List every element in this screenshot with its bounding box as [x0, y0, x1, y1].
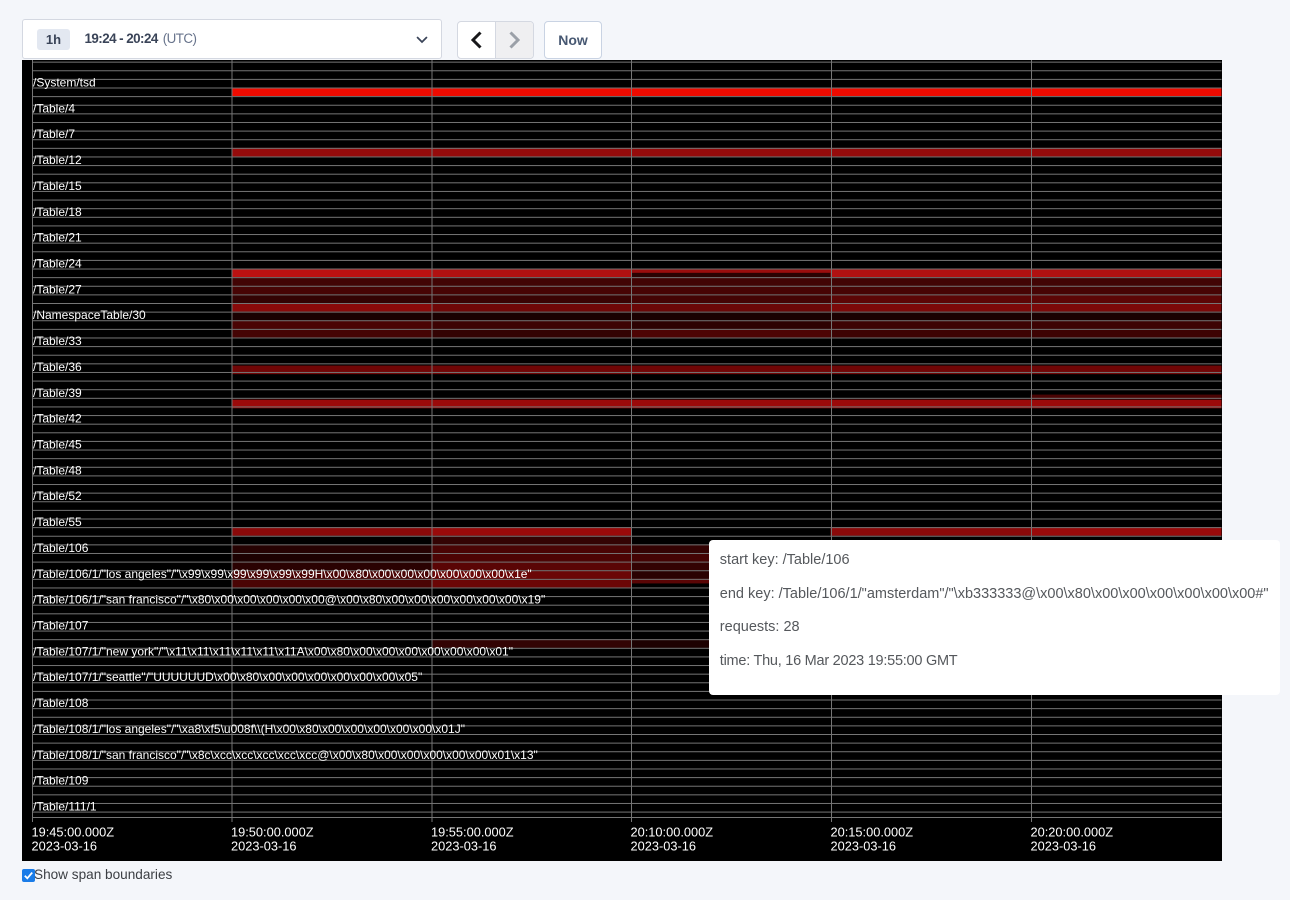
svg-text:19:55:00.000Z: 19:55:00.000Z	[431, 825, 514, 840]
svg-text:/Table/111/1: /Table/111/1	[33, 800, 97, 814]
svg-text:/Table/107/1/"seattle"/"UUUUUU: /Table/107/1/"seattle"/"UUUUUUD\x00\x80\…	[33, 670, 422, 684]
svg-text:/Table/107: /Table/107	[33, 619, 89, 633]
svg-text:/Table/7: /Table/7	[33, 127, 75, 141]
svg-text:/Table/108/1/"san francisco"/": /Table/108/1/"san francisco"/"\x8c\xcc\x…	[33, 748, 538, 762]
svg-text:2023-03-16: 2023-03-16	[431, 839, 496, 854]
svg-text:/Table/55: /Table/55	[33, 515, 82, 529]
svg-text:/Table/18: /Table/18	[33, 205, 82, 219]
svg-text:/Table/36: /Table/36	[33, 360, 82, 374]
svg-text:/NamespaceTable/30: /NamespaceTable/30	[33, 308, 146, 322]
svg-text:2023-03-16: 2023-03-16	[831, 839, 896, 854]
svg-text:/Table/108: /Table/108	[33, 696, 89, 710]
svg-text:/Table/48: /Table/48	[33, 463, 82, 477]
svg-text:19:50:00.000Z: 19:50:00.000Z	[231, 825, 314, 840]
svg-text:20:10:00.000Z: 20:10:00.000Z	[631, 825, 714, 840]
svg-text:/Table/24: /Table/24	[33, 257, 82, 271]
svg-text:/Table/45: /Table/45	[33, 438, 82, 452]
svg-text:/Table/109: /Table/109	[33, 774, 89, 788]
svg-text:2023-03-16: 2023-03-16	[1031, 839, 1096, 854]
svg-text:/Table/39: /Table/39	[33, 386, 82, 400]
svg-text:/Table/12: /Table/12	[33, 153, 82, 167]
svg-text:/Table/52: /Table/52	[33, 489, 82, 503]
svg-text:/Table/106/1/"san francisco"/": /Table/106/1/"san francisco"/"\x80\x00\x…	[33, 593, 545, 607]
svg-text:2023-03-16: 2023-03-16	[231, 839, 296, 854]
svg-text:20:20:00.000Z: 20:20:00.000Z	[1031, 825, 1114, 840]
svg-text:/Table/106/1/"los angeles"/"\x: /Table/106/1/"los angeles"/"\x99\x99\x99…	[33, 567, 532, 581]
svg-text:/System/tsd: /System/tsd	[33, 76, 96, 90]
svg-text:2023-03-16: 2023-03-16	[631, 839, 696, 854]
svg-text:20:15:00.000Z: 20:15:00.000Z	[831, 825, 914, 840]
svg-text:/Table/108/1/"los angeles"/"\x: /Table/108/1/"los angeles"/"\xa8\xf5\u00…	[33, 722, 465, 736]
svg-text:/Table/33: /Table/33	[33, 334, 82, 348]
svg-text:/Table/107/1/"new york"/"\x11\: /Table/107/1/"new york"/"\x11\x11\x11\x1…	[33, 644, 513, 658]
svg-text:/Table/15: /Table/15	[33, 179, 82, 193]
svg-text:/Table/106: /Table/106	[33, 541, 89, 555]
svg-text:2023-03-16: 2023-03-16	[32, 839, 97, 854]
svg-text:/Table/27: /Table/27	[33, 282, 82, 296]
svg-text:/Table/42: /Table/42	[33, 412, 82, 426]
svg-text:/Table/21: /Table/21	[33, 231, 82, 245]
svg-text:19:45:00.000Z: 19:45:00.000Z	[32, 825, 115, 840]
svg-text:/Table/4: /Table/4	[33, 101, 75, 115]
